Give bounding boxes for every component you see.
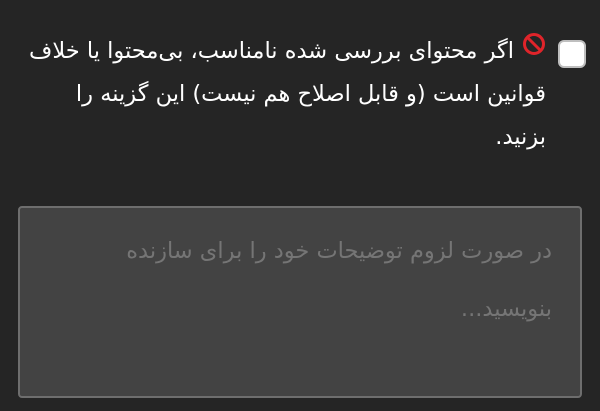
reject-option-label: اگر محتوای بررسی شده نامناسب، بی‌محتوا ی…	[29, 38, 546, 150]
reject-checkbox[interactable]	[558, 40, 586, 68]
reject-option[interactable]: اگر محتوای بررسی شده نامناسب، بی‌محتوا ی…	[24, 30, 586, 159]
comment-field[interactable]	[18, 206, 582, 398]
prohibited-icon	[522, 28, 546, 71]
reject-option-text: اگر محتوای بررسی شده نامناسب، بی‌محتوا ی…	[24, 30, 546, 159]
